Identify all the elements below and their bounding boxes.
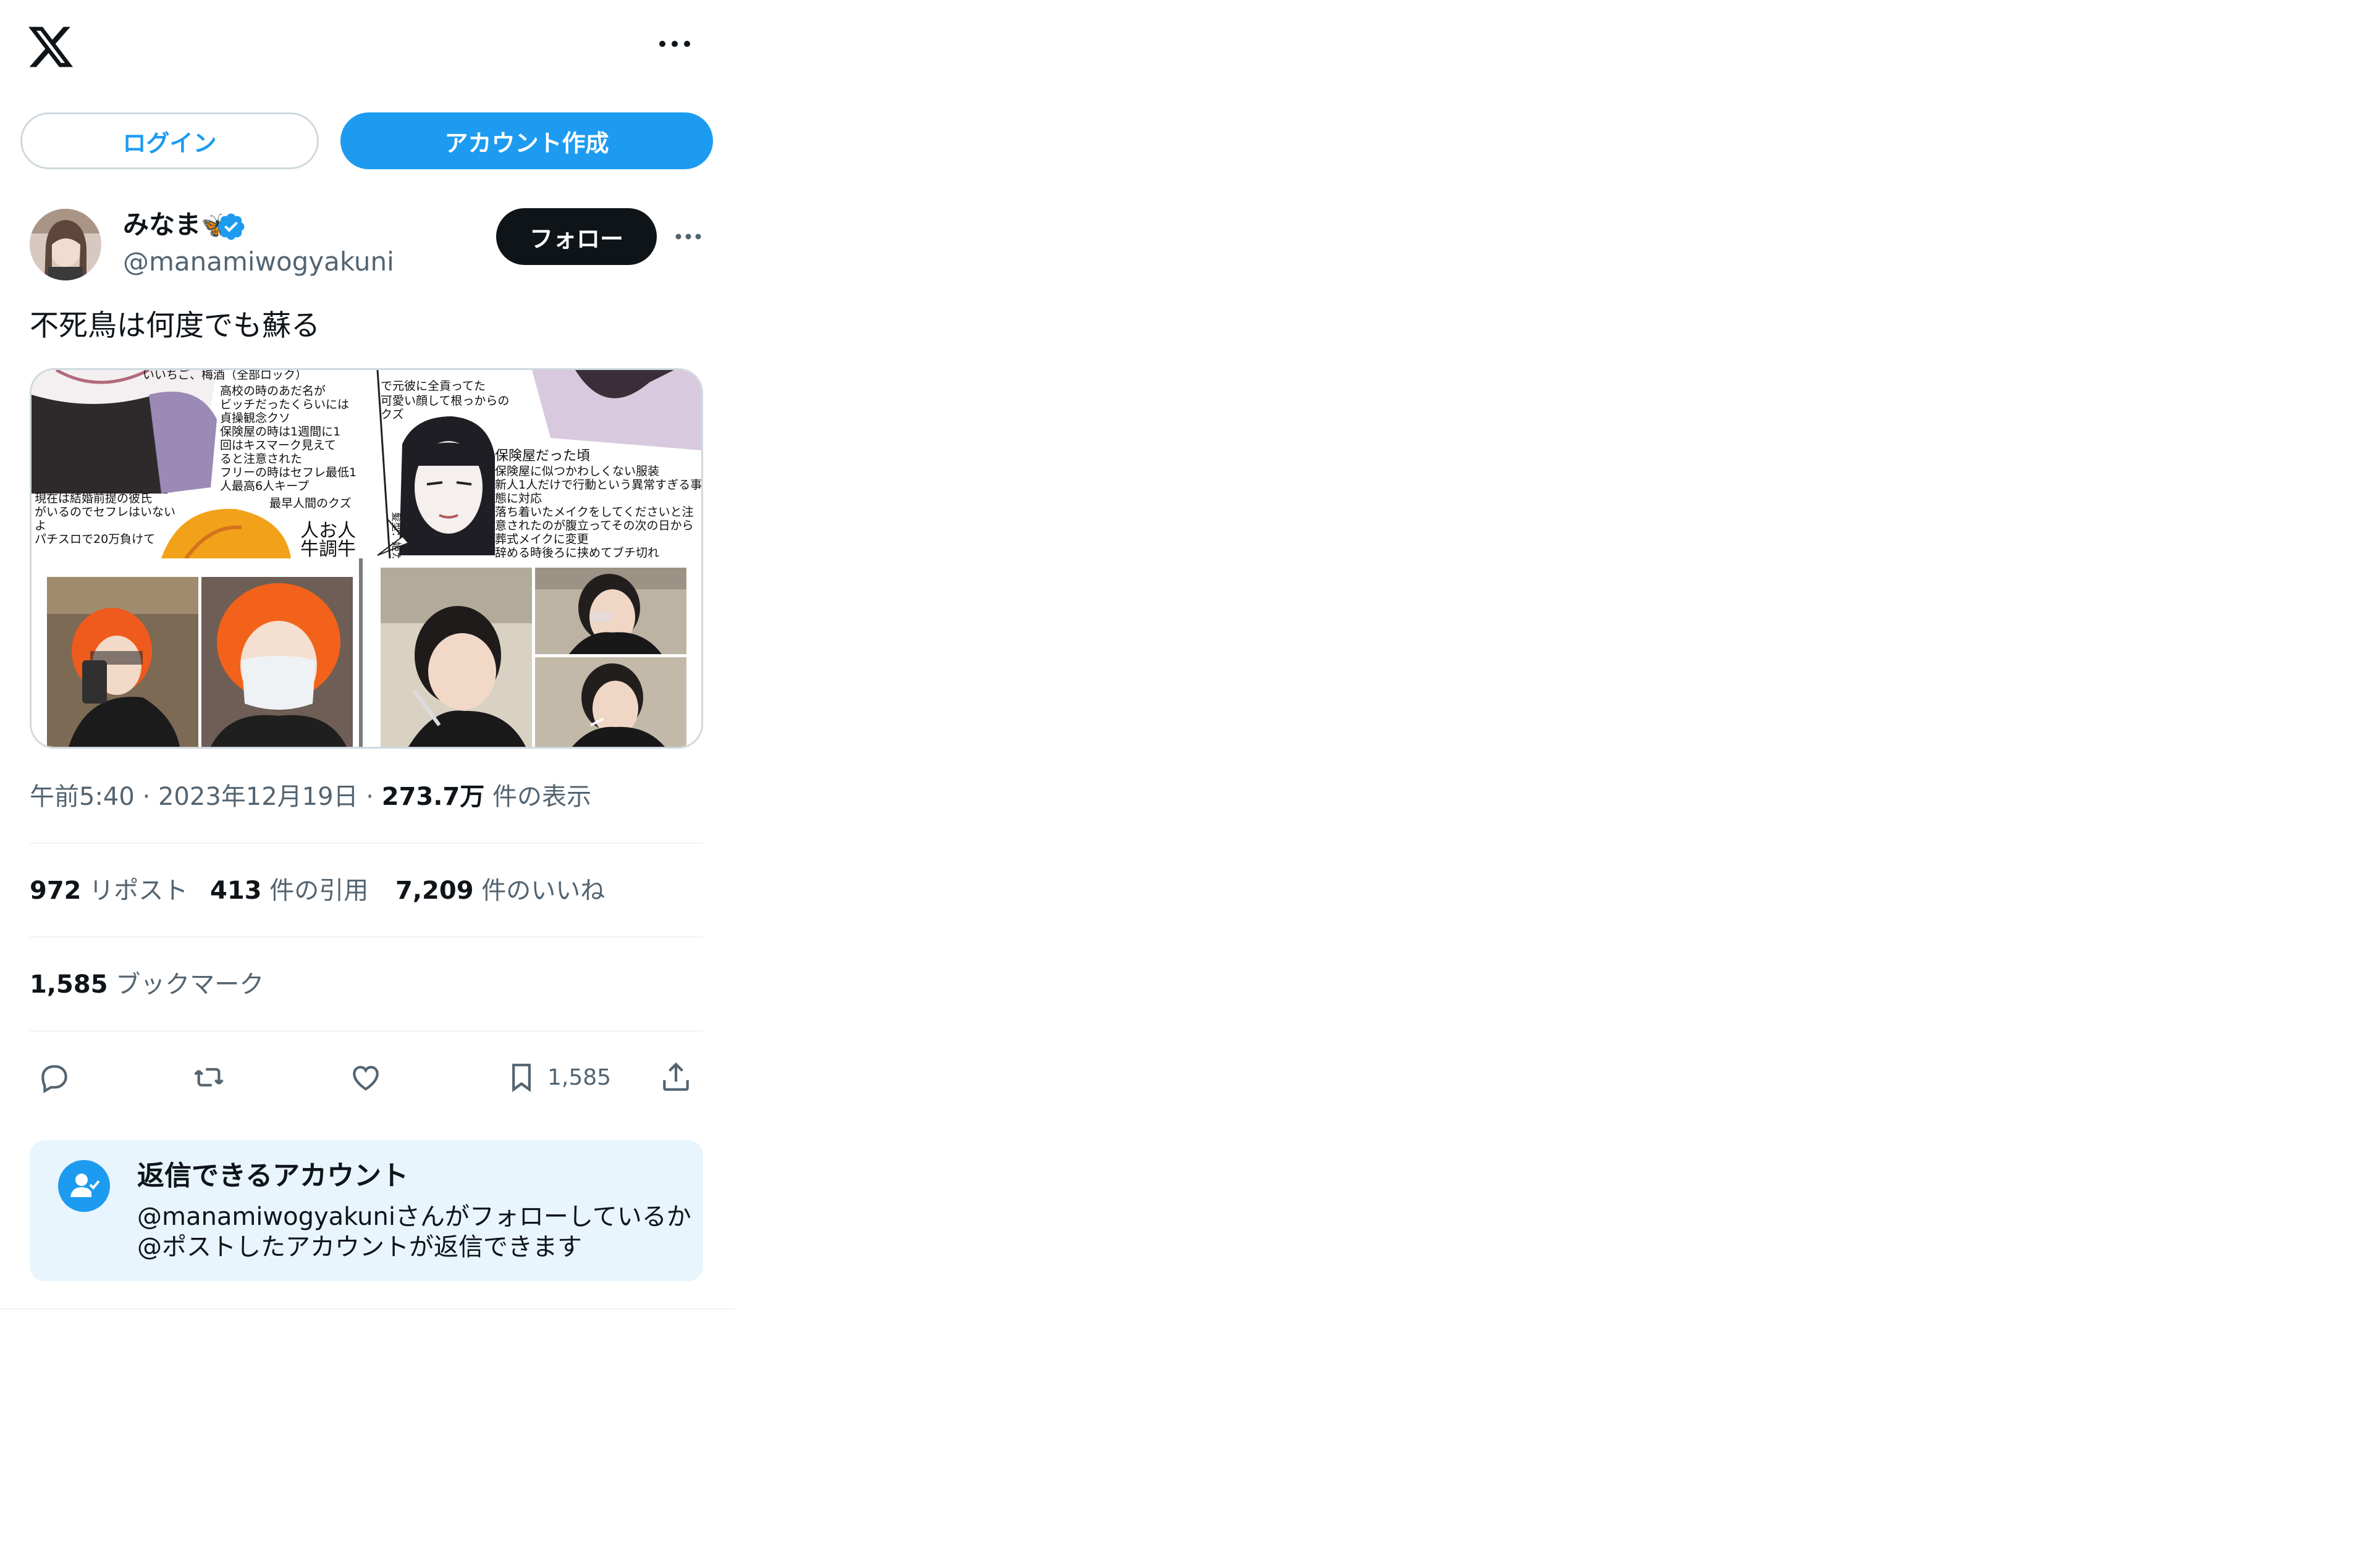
like-button[interactable]	[348, 1057, 383, 1097]
meta-separator: ·	[366, 783, 382, 811]
media-caption: 保険屋の時は1週間に1	[220, 425, 340, 439]
reposts-count: 972	[30, 877, 82, 905]
repost-icon	[194, 1068, 224, 1087]
signup-button[interactable]: アカウント作成	[340, 112, 713, 169]
media-caption: 保険屋に似つかわしくない服装	[495, 465, 659, 478]
media-caption: 現在は結婚前提の彼氏	[35, 492, 152, 505]
media-caption: パチスロで20万負けて	[35, 532, 155, 546]
bookmark-icon	[512, 1064, 531, 1092]
login-button[interactable]: ログイン	[20, 112, 319, 169]
bookmarks-label: ブックマーク	[116, 970, 264, 999]
reposts-stat[interactable]: 972 リポスト	[30, 873, 188, 908]
quotes-stat[interactable]: 413 件の引用	[210, 873, 368, 908]
media-caption: 可愛い顔して根っからの	[381, 394, 509, 408]
media-caption: 態に対応	[495, 492, 542, 505]
reply-restriction-description: @manamiwogyakuniさんがフォローしているか	[137, 1203, 691, 1231]
media-caption: よ	[35, 519, 46, 532]
post-media-image[interactable]: いいちご、梅酒（全部ロック） 高校の時のあだ名が ビッチだったくらいには 貞操観…	[30, 368, 703, 749]
media-caption: で元彼に全貢ってた	[381, 379, 486, 393]
reply-restriction-title: 返信できるアカウント	[137, 1160, 409, 1192]
media-caption: 意されたのが腹立ってその次の日から	[495, 519, 693, 532]
reply-button[interactable]	[37, 1057, 72, 1097]
post-time[interactable]: 午前5:40	[30, 783, 135, 811]
media-caption: 落ち着いたメイクをしてくださいと注	[495, 505, 693, 519]
media-caption: クズ	[381, 408, 404, 421]
media-caption: 牛調牛	[300, 539, 356, 560]
user-check-icon	[58, 1160, 110, 1212]
share-button[interactable]	[659, 1057, 693, 1097]
stats-row: 972 リポスト 413 件の引用 7,209 件のいいね	[30, 873, 703, 908]
media-caption: がいるのでセフレはいない	[35, 505, 175, 519]
media-caption: 最早人間のクズ	[269, 497, 352, 510]
reply-restriction-description: @ポストしたアカウントが返信できます	[137, 1233, 582, 1261]
views-count: 273.7万	[381, 783, 485, 811]
more-horizontal-icon[interactable]	[656, 35, 693, 53]
divider	[30, 936, 703, 938]
media-caption: 高校の時のあだ名が	[220, 384, 326, 398]
user-handle[interactable]: @manamiwogyakuni	[123, 246, 394, 278]
divider	[0, 1308, 735, 1310]
media-caption: 回はキスマーク見えて	[220, 439, 336, 452]
verified-badge-icon	[217, 213, 245, 240]
bookmarks-count: 1,585	[30, 970, 108, 999]
bookmarks-row: 1,585 ブックマーク	[30, 967, 703, 1002]
media-caption: いいちご、梅酒（全部ロック）	[143, 370, 307, 382]
likes-count: 7,209	[395, 877, 474, 905]
media-caption: フリーの時はセフレ最低1	[220, 466, 357, 479]
follow-button[interactable]: フォロー	[496, 208, 657, 265]
media-caption: 新人1人だけで行動という異常すぎる事	[495, 478, 701, 492]
views-label: 件の表示	[492, 783, 591, 811]
heart-icon	[353, 1066, 379, 1091]
likes-label: 件のいいね	[481, 877, 606, 905]
media-caption: ビッチだったくらいには	[220, 398, 349, 411]
meta-separator: ·	[142, 783, 158, 811]
divider	[30, 1030, 703, 1032]
bookmark-button[interactable]: 1,585	[504, 1057, 611, 1097]
media-caption: 保険屋だった頃	[495, 448, 590, 464]
reply-icon	[41, 1065, 67, 1093]
post-date[interactable]: 2023年12月19日	[158, 783, 358, 811]
post-text: 不死鳥は何度でも蘇る	[30, 309, 320, 343]
media-caption: 人最高6人キープ	[220, 479, 309, 493]
media-caption: ると注意された	[220, 452, 302, 466]
bookmarks-stat[interactable]: 1,585 ブックマーク	[30, 967, 264, 1002]
quotes-count: 413	[210, 877, 262, 905]
bookmark-count: 1,585	[547, 1064, 612, 1090]
share-icon	[663, 1062, 689, 1091]
media-caption: 葬式メイクに変更	[495, 532, 589, 546]
divider	[30, 843, 703, 844]
avatar[interactable]	[30, 209, 101, 280]
post-metadata: 午前5:40 · 2023年12月19日 · 273.7万 件の表示	[30, 780, 591, 814]
quotes-label: 件の引用	[269, 877, 369, 905]
likes-stat[interactable]: 7,209 件のいいね	[395, 873, 605, 908]
media-caption: 貞操観念クソ	[220, 411, 290, 425]
media-caption: 辞める時後ろに挟めてブチ切れ	[495, 545, 659, 560]
post-more-icon[interactable]	[673, 230, 703, 243]
x-logo-icon[interactable]	[26, 22, 75, 72]
repost-button[interactable]	[192, 1057, 226, 1097]
reposts-label: リポスト	[89, 877, 188, 905]
